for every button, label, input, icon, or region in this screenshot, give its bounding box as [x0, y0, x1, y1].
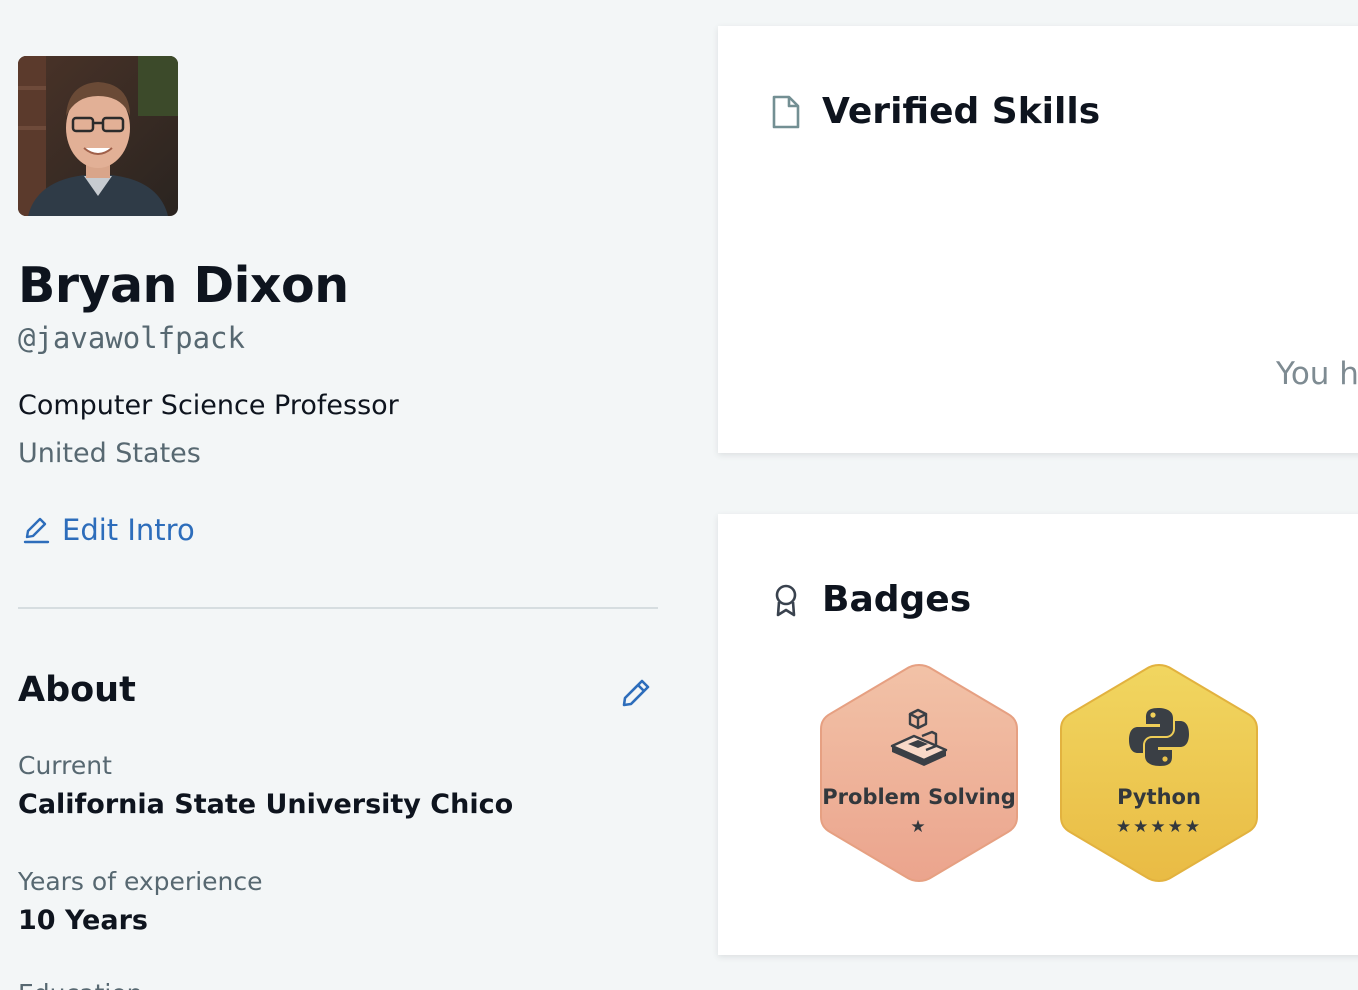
job-title: Computer Science Professor: [18, 390, 399, 421]
badge-stars: ★: [910, 817, 928, 837]
verified-skills-title: Verified Skills: [822, 91, 1101, 132]
python-icon: [1129, 708, 1189, 766]
hexagon-shape: [1060, 663, 1258, 883]
profile-name: Bryan Dixon: [18, 257, 349, 314]
badge-problem-solving[interactable]: Problem Solving ★: [818, 662, 1020, 884]
edit-about-button[interactable]: [619, 676, 653, 710]
edit-intro-label: Edit Intro: [62, 513, 195, 547]
badge-name: Python: [1117, 785, 1201, 809]
pencil-icon: [23, 517, 50, 544]
pencil-icon: [622, 679, 650, 707]
badge-python[interactable]: Python ★★★★★: [1058, 662, 1260, 884]
badges-card: Badges Problem Solving ★ Python ★★★★★: [718, 514, 1358, 955]
avatar: [18, 56, 178, 216]
blocks-icon: [890, 708, 948, 766]
badge-name: Problem Solving: [822, 785, 1016, 809]
verified-skills-header: Verified Skills: [770, 90, 1100, 134]
badge-stars: ★★★★★: [1115, 817, 1203, 837]
verified-skills-card: Verified Skills You h: [718, 26, 1358, 453]
document-icon: [772, 95, 800, 129]
experience-label: Years of experience: [18, 867, 263, 896]
current-value: California State University Chico: [18, 789, 514, 820]
experience-value: 10 Years: [18, 905, 148, 936]
divider: [18, 607, 658, 609]
badges-title: Badges: [822, 579, 972, 620]
about-title: About: [18, 670, 136, 710]
country: United States: [18, 438, 201, 469]
profile-page: Bryan Dixon @javawolfpack Computer Scien…: [0, 0, 1358, 990]
education-label: Education: [18, 978, 142, 990]
edit-intro-button[interactable]: Edit Intro: [22, 510, 195, 550]
badges-header: Badges: [770, 578, 971, 622]
profile-handle: @javawolfpack: [18, 321, 245, 355]
award-ribbon-icon: [775, 584, 797, 617]
verified-skills-empty-text: You h: [1276, 356, 1358, 392]
current-label: Current: [18, 751, 112, 780]
hexagon-shape: [820, 663, 1018, 883]
